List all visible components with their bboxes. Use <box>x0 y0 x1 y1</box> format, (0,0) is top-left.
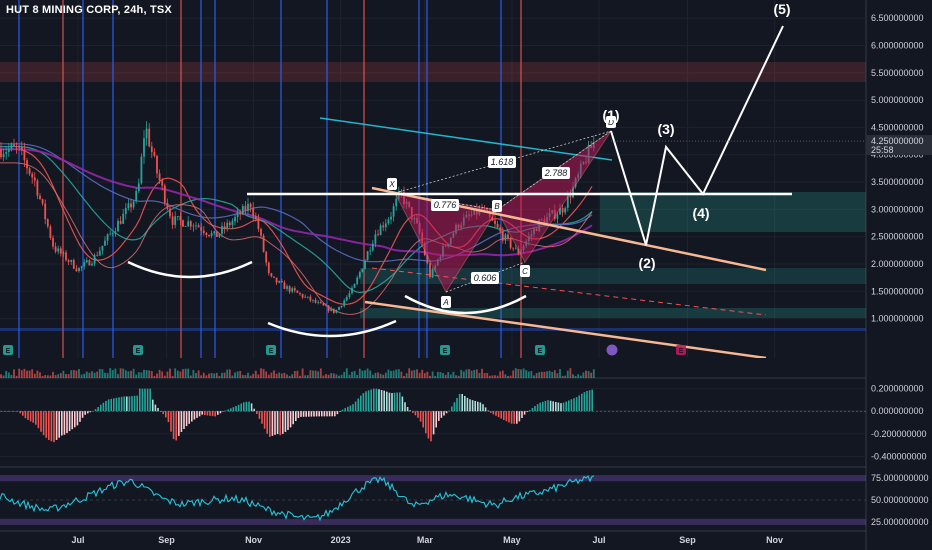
time-axis-label: Nov <box>245 535 262 545</box>
rsi-axis-label: 75.000000000 <box>871 473 929 483</box>
dividend-marker[interactable] <box>606 344 618 356</box>
wave-label-1: (1) <box>602 107 619 123</box>
price-axis-label: 3.500000000 <box>871 177 924 187</box>
price-axis-label: 2.500000000 <box>871 232 924 242</box>
time-axis-label: Nov <box>766 535 783 545</box>
time-axis-label: Jul <box>593 535 606 545</box>
earnings-marker-label: E <box>538 348 543 355</box>
time-axis-label: Sep <box>679 535 696 545</box>
time-axis-label: Mar <box>417 535 434 545</box>
wave-label-4: (4) <box>692 205 709 221</box>
macd-axis-label: 0.200000000 <box>871 384 924 394</box>
earnings-marker-label: E <box>269 348 274 355</box>
price-axis-label: 5.500000000 <box>871 68 924 78</box>
bar-countdown: 25:58 <box>871 145 894 155</box>
rsi-axis-label: 25.000000000 <box>871 517 929 527</box>
point-c-label-text: C <box>522 267 528 276</box>
time-axis-label: Jul <box>71 535 84 545</box>
macd-axis-label: -0.200000000 <box>871 429 927 439</box>
ratio-bd-label-text: 2.788 <box>544 168 568 178</box>
time-axis-label: 2023 <box>331 535 351 545</box>
supply-zone <box>0 62 866 82</box>
point-x-label-text: X <box>388 180 395 189</box>
point-a-label-text: A <box>442 298 448 307</box>
time-axis-label: Sep <box>158 535 175 545</box>
time-axis-label: May <box>503 535 521 545</box>
chart-canvas[interactable]: E E E E E E 6.500000000 6.000000000 5.500000000… <box>0 0 932 550</box>
ratio-xb-label-text: 0.776 <box>434 200 457 210</box>
macd-axis-label: 0.000000000 <box>871 406 924 416</box>
ratio-ac-label-text: 0.606 <box>474 273 497 283</box>
price-axis-label: 3.000000000 <box>871 204 924 214</box>
price-axis-label: 4.500000000 <box>871 122 924 132</box>
earnings-marker-label: E <box>136 348 141 355</box>
macd-axis-label: -0.400000000 <box>871 451 927 461</box>
wave-label-5: (5) <box>773 1 790 17</box>
price-axis-label: 1.000000000 <box>871 314 924 324</box>
rsi-axis-label: 50.000000000 <box>871 495 929 505</box>
price-axis-label: 2.000000000 <box>871 259 924 269</box>
wave-label-3: (3) <box>657 121 674 137</box>
price-axis-label: 6.500000000 <box>871 13 924 23</box>
volume-bars <box>0 368 612 379</box>
earnings-marker-label: E <box>443 348 448 355</box>
price-pane <box>0 0 866 358</box>
earnings-marker-label: E <box>6 348 11 355</box>
ratio-xd-label-text: 1.618 <box>491 157 514 167</box>
wave-label-2: (2) <box>638 255 655 271</box>
price-axis-label: 1.500000000 <box>871 286 924 296</box>
price-axis-label: 6.000000000 <box>871 41 924 51</box>
price-axis-label: 5.000000000 <box>871 95 924 105</box>
earnings-marker-label: E <box>679 348 684 355</box>
point-b-label-text: B <box>494 202 500 211</box>
chart-title: HUT 8 MINING CORP, 24h, TSX <box>6 4 172 16</box>
